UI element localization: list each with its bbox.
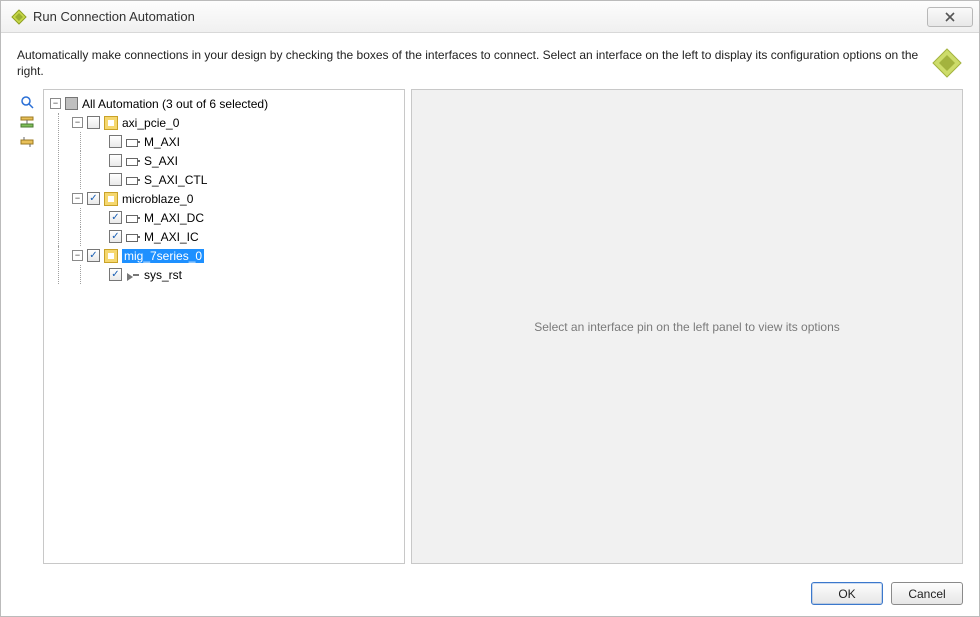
ip-block-icon xyxy=(104,116,118,130)
tree-node-microblaze-0[interactable]: − ✓ microblaze_0 xyxy=(70,189,402,208)
footer: OK Cancel xyxy=(1,574,979,615)
tree-item-label: M_AXI_IC xyxy=(144,230,199,244)
checkbox-checked[interactable]: ✓ xyxy=(109,211,122,224)
tree-pane[interactable]: − All Automation (3 out of 6 selected) −… xyxy=(43,89,405,564)
description-text: Automatically make connections in your d… xyxy=(17,47,921,79)
collapse-icon[interactable]: − xyxy=(50,98,61,109)
collapse-all-icon[interactable] xyxy=(20,135,34,149)
checkbox-checked[interactable]: ✓ xyxy=(109,230,122,243)
tree-node-axi-pcie-0[interactable]: − axi_pcie_0 xyxy=(70,113,402,132)
close-button[interactable] xyxy=(927,7,973,27)
tree-node-m-axi-dc[interactable]: ✓ M_AXI_DC xyxy=(92,208,402,227)
reset-pin-icon xyxy=(126,269,140,281)
checkbox-checked[interactable]: ✓ xyxy=(87,249,100,262)
right-pane-placeholder: Select an interface pin on the left pane… xyxy=(534,320,840,334)
tree-root-row[interactable]: − All Automation (3 out of 6 selected) xyxy=(48,94,402,113)
checkbox-checked[interactable]: ✓ xyxy=(109,268,122,281)
tree-item-label: S_AXI xyxy=(144,154,178,168)
cancel-button[interactable]: Cancel xyxy=(891,582,963,605)
interface-pin-icon xyxy=(126,174,140,186)
titlebar: Run Connection Automation xyxy=(1,1,979,33)
tree-item-label: S_AXI_CTL xyxy=(144,173,207,187)
collapse-icon[interactable]: − xyxy=(72,193,83,204)
brand-icon xyxy=(931,47,963,79)
tree-node-s-axi[interactable]: S_AXI xyxy=(92,151,402,170)
interface-pin-icon xyxy=(126,231,140,243)
checkbox[interactable] xyxy=(109,135,122,148)
close-icon xyxy=(944,12,956,22)
checkbox-checked[interactable]: ✓ xyxy=(87,192,100,205)
app-icon xyxy=(11,9,27,25)
interface-pin-icon xyxy=(126,155,140,167)
ip-block-icon xyxy=(104,192,118,206)
tree-node-m-axi[interactable]: M_AXI xyxy=(92,132,402,151)
tree-node-m-axi-ic[interactable]: ✓ M_AXI_IC xyxy=(92,227,402,246)
checkbox[interactable] xyxy=(87,116,100,129)
collapse-icon[interactable]: − xyxy=(72,117,83,128)
tree-item-label: M_AXI_DC xyxy=(144,211,204,225)
expand-all-icon[interactable] xyxy=(20,115,34,129)
interface-pin-icon xyxy=(126,136,140,148)
right-pane: Select an interface pin on the left pane… xyxy=(411,89,963,564)
tree-node-s-axi-ctl[interactable]: S_AXI_CTL xyxy=(92,170,402,189)
tree-item-label: mig_7series_0 xyxy=(122,249,204,263)
tree-node-sys-rst[interactable]: ✓ sys_rst xyxy=(92,265,402,284)
search-icon[interactable] xyxy=(20,95,34,109)
left-gutter xyxy=(17,89,37,564)
checkbox-tri[interactable] xyxy=(65,97,78,110)
tree-item-label: M_AXI xyxy=(144,135,180,149)
tree-node-mig-7series-0[interactable]: − ✓ mig_7series_0 xyxy=(70,246,402,265)
tree-item-label: axi_pcie_0 xyxy=(122,116,179,130)
collapse-icon[interactable]: − xyxy=(72,250,83,261)
ok-button[interactable]: OK xyxy=(811,582,883,605)
tree-root-label: All Automation (3 out of 6 selected) xyxy=(82,97,268,111)
checkbox[interactable] xyxy=(109,154,122,167)
interface-pin-icon xyxy=(126,212,140,224)
ip-block-icon xyxy=(104,249,118,263)
tree-item-label: microblaze_0 xyxy=(122,192,193,206)
checkbox[interactable] xyxy=(109,173,122,186)
window-title: Run Connection Automation xyxy=(33,9,195,24)
tree-item-label: sys_rst xyxy=(144,268,182,282)
